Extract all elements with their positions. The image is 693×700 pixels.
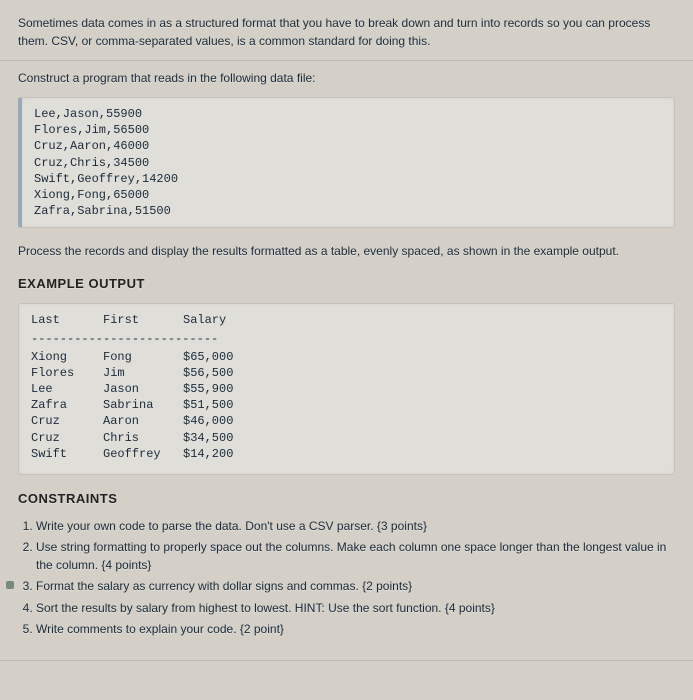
table-row: XiongFong$65,000 bbox=[31, 349, 662, 365]
table-header-row: LastFirstSalary bbox=[31, 312, 662, 328]
table-row: CruzAaron$46,000 bbox=[31, 413, 662, 429]
cell-last: Xiong bbox=[31, 349, 103, 365]
cell-salary: $56,500 bbox=[183, 365, 233, 381]
cell-first: Geoffrey bbox=[103, 446, 183, 462]
divider bbox=[0, 60, 693, 61]
intro-paragraph: Sometimes data comes in as a structured … bbox=[18, 14, 675, 50]
cell-first: Aaron bbox=[103, 413, 183, 429]
cell-last: Lee bbox=[31, 381, 103, 397]
cell-last: Swift bbox=[31, 446, 103, 462]
cell-salary: $65,000 bbox=[183, 349, 233, 365]
table-row: CruzChris$34,500 bbox=[31, 430, 662, 446]
cell-first: Chris bbox=[103, 430, 183, 446]
cell-salary: $14,200 bbox=[183, 446, 233, 462]
cell-last: Cruz bbox=[31, 413, 103, 429]
constraint-item: Write your own code to parse the data. D… bbox=[36, 518, 675, 535]
constraint-item: Format the salary as currency with dolla… bbox=[36, 578, 675, 595]
table-divider: -------------------------- bbox=[31, 331, 662, 347]
data-file-block: Lee,Jason,55900 Flores,Jim,56500 Cruz,Aa… bbox=[18, 97, 675, 228]
process-text: Process the records and display the resu… bbox=[18, 242, 675, 260]
cell-last: Zafra bbox=[31, 397, 103, 413]
cell-first: Sabrina bbox=[103, 397, 183, 413]
cell-last: Flores bbox=[31, 365, 103, 381]
constraints-list: Write your own code to parse the data. D… bbox=[18, 518, 675, 638]
table-row: ZafraSabrina$51,500 bbox=[31, 397, 662, 413]
constraints-heading: CONSTRAINTS bbox=[18, 491, 675, 506]
constraint-item: Sort the results by salary from highest … bbox=[36, 600, 675, 617]
table-body: XiongFong$65,000FloresJim$56,500LeeJason… bbox=[31, 349, 662, 462]
cell-salary: $55,900 bbox=[183, 381, 233, 397]
constraints-block: Write your own code to parse the data. D… bbox=[18, 518, 675, 638]
cell-salary: $46,000 bbox=[183, 413, 233, 429]
table-row: FloresJim$56,500 bbox=[31, 365, 662, 381]
constraint-item: Write comments to explain your code. {2 … bbox=[36, 621, 675, 638]
header-first: First bbox=[103, 312, 183, 328]
cell-first: Jason bbox=[103, 381, 183, 397]
cell-salary: $51,500 bbox=[183, 397, 233, 413]
table-row: LeeJason$55,900 bbox=[31, 381, 662, 397]
assignment-sheet: Sometimes data comes in as a structured … bbox=[0, 0, 693, 661]
example-output-block: LastFirstSalary ------------------------… bbox=[18, 303, 675, 475]
cell-last: Cruz bbox=[31, 430, 103, 446]
header-last: Last bbox=[31, 312, 103, 328]
cell-first: Jim bbox=[103, 365, 183, 381]
example-output-heading: EXAMPLE OUTPUT bbox=[18, 276, 675, 291]
constraint-item: Use string formatting to properly space … bbox=[36, 539, 675, 574]
prompt-text: Construct a program that reads in the fo… bbox=[18, 71, 675, 85]
header-salary: Salary bbox=[183, 312, 226, 328]
table-row: SwiftGeoffrey$14,200 bbox=[31, 446, 662, 462]
cell-first: Fong bbox=[103, 349, 183, 365]
cell-salary: $34,500 bbox=[183, 430, 233, 446]
